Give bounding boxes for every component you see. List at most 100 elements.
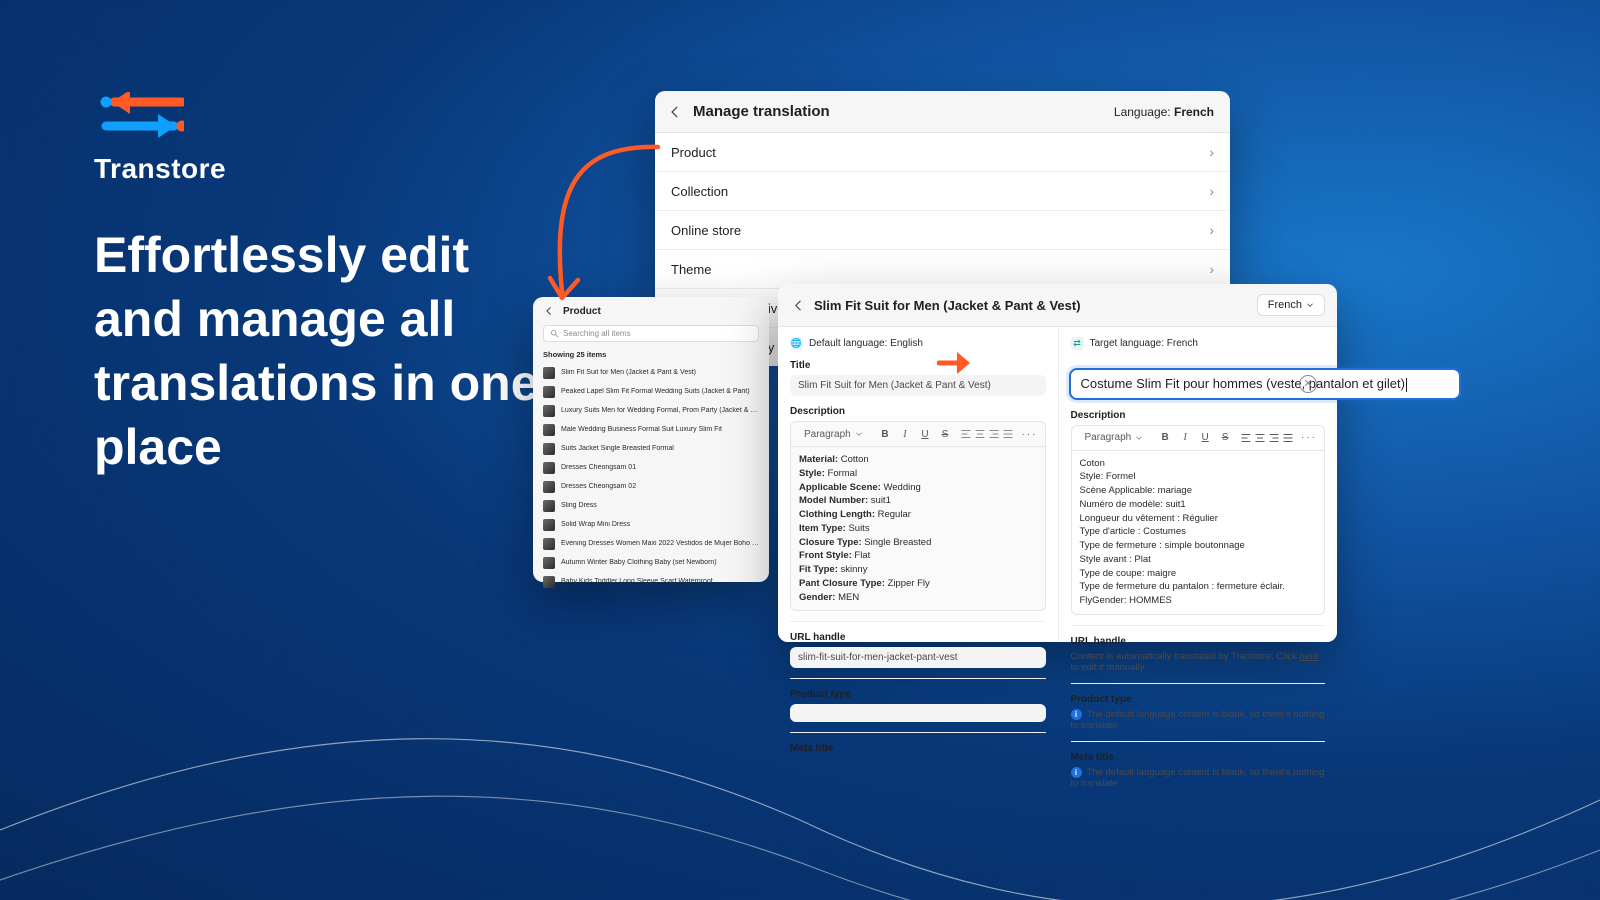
translate-icon: ⇄	[1071, 337, 1084, 350]
thumbnail	[543, 405, 555, 417]
url-handle-label: URL handle	[1071, 636, 1326, 647]
row-label: Online store	[671, 223, 741, 238]
meta-title-label: Meta title	[1071, 752, 1326, 763]
item-label: Dresses Cheongsam 01	[561, 464, 636, 471]
search-input[interactable]: Searching all items	[543, 325, 759, 342]
align-buttons[interactable]	[1240, 432, 1294, 444]
target-description[interactable]: CotonStyle: FormelScène Applicable: mari…	[1071, 451, 1326, 615]
url-handle-label: URL handle	[790, 632, 1046, 643]
chevron-right-icon: ›	[1209, 183, 1214, 199]
item-label: Slim Fit Suit for Men (Jacket & Pant & V…	[561, 369, 696, 376]
list-item[interactable]: Solid Wrap Mini Dress	[533, 515, 769, 534]
edit-manually-link[interactable]: here	[1300, 651, 1319, 662]
list-item[interactable]: Autumn Winter Baby Clothing Baby (set Ne…	[533, 553, 769, 572]
manage-row-product[interactable]: Product ›	[655, 133, 1230, 172]
item-label: Baby Kids Toddler Long Sleeve Scarf Wate…	[561, 578, 713, 585]
url-handle-note: Content is automatically translated by T…	[1071, 651, 1326, 673]
list-item[interactable]: Male Wedding Business Formal Suit Luxury…	[533, 420, 769, 439]
chevron-right-icon: ›	[1209, 261, 1214, 277]
underline-button[interactable]: U	[916, 425, 934, 443]
target-rte-toolbar: Paragraph B I U S ···	[1071, 425, 1326, 451]
product-type-label: Product type	[1071, 694, 1326, 705]
target-title-input-wrap: Costume Slim Fit pour hommes (veste, pan…	[1069, 368, 1326, 400]
meta-title-label: Meta title	[790, 743, 1046, 754]
thumbnail	[543, 481, 555, 493]
more-button[interactable]: ···	[1300, 429, 1318, 447]
list-item[interactable]: Dresses Cheongsam 02	[533, 477, 769, 496]
paragraph-select[interactable]: Paragraph	[1078, 429, 1151, 446]
bold-button[interactable]: B	[876, 425, 894, 443]
manage-title: Manage translation	[693, 103, 830, 120]
hero: Effortlessly edit and manage all transla…	[94, 223, 564, 479]
more-button[interactable]: ···	[1021, 425, 1039, 443]
italic-button[interactable]: I	[896, 425, 914, 443]
paragraph-select[interactable]: Paragraph	[797, 426, 870, 443]
back-arrow-icon[interactable]	[790, 297, 806, 313]
list-item[interactable]: Peaked Lapel Slim Fit Formal Wedding Sui…	[533, 382, 769, 401]
item-label: Luxury Suits Men for Wedding Formal, Pro…	[561, 407, 759, 414]
chevron-right-icon: ›	[1209, 144, 1214, 160]
manage-row-collection[interactable]: Collection ›	[655, 172, 1230, 211]
decorative-wave	[0, 650, 1600, 900]
manage-row-online store[interactable]: Online store ›	[655, 211, 1230, 250]
brand-name: Transtore	[94, 153, 226, 185]
logo-icon	[94, 92, 184, 140]
product-type-value	[790, 704, 1046, 722]
brand-logo: Transtore	[94, 92, 226, 185]
row-label: Product	[671, 145, 716, 160]
hero-headline: Effortlessly edit and manage all transla…	[94, 223, 564, 479]
list-item[interactable]: Luxury Suits Men for Wedding Formal, Pro…	[533, 401, 769, 420]
editor-title: Slim Fit Suit for Men (Jacket & Pant & V…	[814, 298, 1081, 313]
item-label: Sling Dress	[561, 502, 597, 509]
bold-button[interactable]: B	[1156, 429, 1174, 447]
italic-button[interactable]: I	[1176, 429, 1194, 447]
row-label: Theme	[671, 262, 711, 277]
showing-count: Showing 25 items	[533, 348, 769, 363]
thumbnail	[543, 424, 555, 436]
source-description: Material: CottonStyle: FormalApplicable …	[790, 447, 1046, 611]
strike-button[interactable]: S	[1216, 429, 1234, 447]
item-label: Dresses Cheongsam 02	[561, 483, 636, 490]
manage-translation-panel: Manage translation Language: French Prod…	[655, 91, 1230, 296]
source-column: 🌐 Default language: English Title Slim F…	[778, 327, 1058, 642]
chevron-right-icon: ›	[1209, 222, 1214, 238]
search-icon	[550, 329, 559, 338]
description-label: Description	[790, 406, 1046, 417]
info-icon: i	[1071, 709, 1082, 720]
back-arrow-icon[interactable]	[667, 104, 683, 120]
list-item[interactable]: Dresses Cheongsam 01	[533, 458, 769, 477]
product-list-panel: Product Searching all items Showing 25 i…	[533, 297, 769, 582]
list-item[interactable]: Baby Kids Toddler Long Sleeve Scarf Wate…	[533, 572, 769, 591]
row-label: Collection	[671, 184, 728, 199]
thumbnail	[543, 367, 555, 379]
chevron-down-icon	[855, 430, 863, 438]
back-arrow-icon[interactable]	[543, 305, 555, 317]
list-item[interactable]: Evening Dresses Women Maxi 2022 Vestidos…	[533, 534, 769, 553]
item-label: Peaked Lapel Slim Fit Formal Wedding Sui…	[561, 388, 750, 395]
product-type-label: Product type	[790, 689, 1046, 700]
thumbnail	[543, 500, 555, 512]
language-selector[interactable]: French	[1257, 294, 1325, 316]
align-buttons[interactable]	[960, 428, 1014, 440]
info-icon: i	[1071, 767, 1082, 778]
description-label: Description	[1071, 410, 1326, 421]
thumbnail	[543, 538, 555, 550]
source-lang-label: Default language: English	[809, 338, 923, 349]
thumbnail	[543, 462, 555, 474]
target-column: ⇄ Target language: French Costume Slim F…	[1058, 327, 1338, 642]
chevron-down-icon	[1306, 301, 1314, 309]
strike-button[interactable]: S	[936, 425, 954, 443]
thumbnail	[543, 519, 555, 531]
item-label: Solid Wrap Mini Dress	[561, 521, 630, 528]
target-title-input[interactable]: Costume Slim Fit pour hommes (veste, pan…	[1069, 368, 1461, 400]
clear-icon[interactable]: ✕	[1299, 375, 1317, 393]
list-item[interactable]: Sling Dress	[533, 496, 769, 515]
product-type-note: iThe default language content is blank, …	[1071, 709, 1326, 731]
target-lang-label: Target language: French	[1090, 338, 1198, 349]
source-title-value: Slim Fit Suit for Men (Jacket & Pant & V…	[790, 375, 1046, 396]
meta-title-note: iThe default language content is blank, …	[1071, 767, 1326, 789]
item-label: Autumn Winter Baby Clothing Baby (set Ne…	[561, 559, 717, 566]
list-item[interactable]: Suits Jacket Single Breasted Formal	[533, 439, 769, 458]
list-item[interactable]: Slim Fit Suit for Men (Jacket & Pant & V…	[533, 363, 769, 382]
underline-button[interactable]: U	[1196, 429, 1214, 447]
